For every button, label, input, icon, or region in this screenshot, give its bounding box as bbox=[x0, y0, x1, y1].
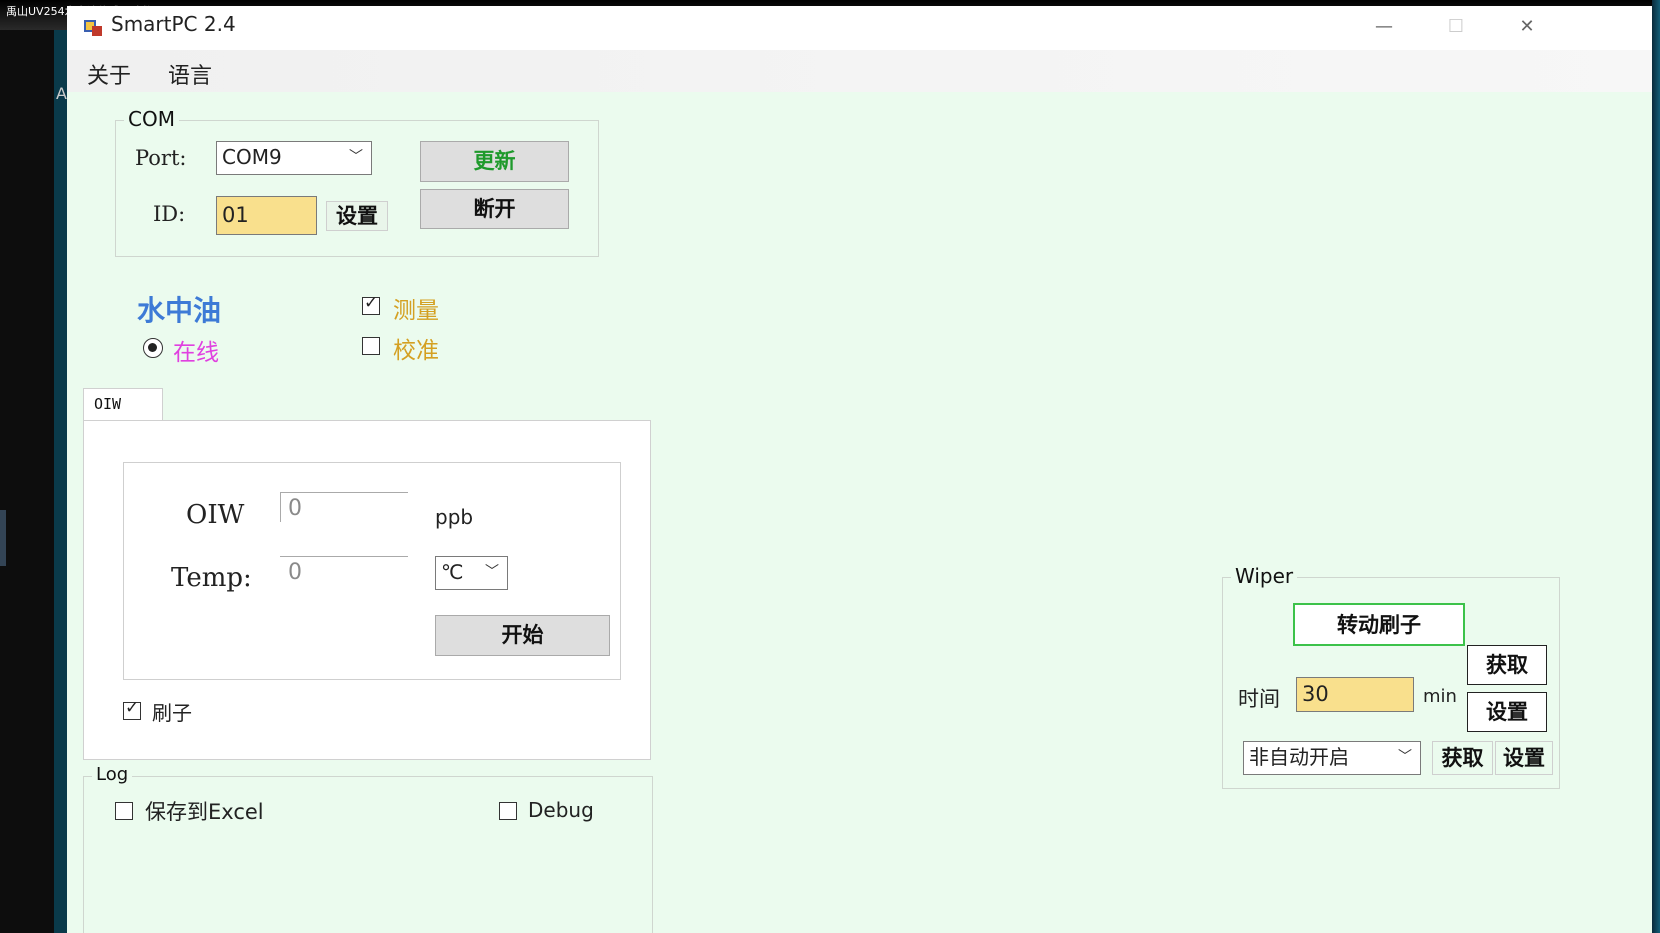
auto-mode-select[interactable]: 非自动开启 ﹀ bbox=[1243, 741, 1421, 775]
save-excel-label: 保存到Excel bbox=[145, 800, 264, 824]
temp-label: Temp: bbox=[171, 563, 252, 593]
close-button[interactable]: ✕ bbox=[1507, 12, 1547, 42]
app-icon bbox=[84, 20, 102, 36]
com-legend: COM bbox=[124, 107, 179, 131]
debug-checkbox[interactable] bbox=[499, 802, 517, 820]
auto-get-button[interactable]: 获取 bbox=[1432, 741, 1493, 775]
title-bar: SmartPC 2.4 — ☐ ✕ bbox=[67, 6, 1652, 50]
temp-unit-value: ℃ bbox=[441, 560, 464, 584]
time-unit: min bbox=[1423, 686, 1457, 707]
id-input[interactable]: 01 bbox=[216, 196, 317, 235]
wiper-set-button[interactable]: 设置 bbox=[1467, 692, 1547, 732]
start-button[interactable]: 开始 bbox=[435, 615, 610, 656]
chevron-down-icon: ﹀ bbox=[485, 564, 499, 580]
chevron-down-icon: ﹀ bbox=[1398, 749, 1412, 765]
id-label: ID: bbox=[153, 202, 186, 226]
time-label: 时间 bbox=[1238, 687, 1280, 711]
auto-mode-value: 非自动开启 bbox=[1249, 745, 1349, 769]
oiw-label: OIW bbox=[186, 500, 245, 530]
log-legend: Log bbox=[92, 764, 133, 785]
menu-bar: 关于 语言 bbox=[67, 50, 1652, 92]
left-letter: A bbox=[56, 84, 67, 103]
save-excel-checkbox[interactable] bbox=[115, 802, 133, 820]
temp-unit-select[interactable]: ℃ ﹀ bbox=[435, 556, 508, 590]
temp-field-top bbox=[280, 556, 408, 557]
disconnect-button[interactable]: 断开 bbox=[420, 189, 569, 229]
menu-about[interactable]: 关于 bbox=[87, 58, 131, 90]
online-radio[interactable] bbox=[143, 338, 163, 358]
oiw-field-top bbox=[280, 492, 408, 493]
online-label: 在线 bbox=[173, 340, 219, 366]
wiper-legend: Wiper bbox=[1231, 564, 1298, 588]
calibrate-label: 校准 bbox=[393, 338, 439, 364]
left-marker bbox=[0, 510, 6, 566]
time-input[interactable]: 30 bbox=[1296, 677, 1414, 712]
id-set-button[interactable]: 设置 bbox=[326, 201, 388, 231]
oiw-unit: ppb bbox=[435, 505, 474, 529]
right-strip bbox=[1652, 0, 1660, 933]
main-window: SmartPC 2.4 — ☐ ✕ 关于 语言 COM Port: COM9 ﹀… bbox=[67, 6, 1652, 933]
refresh-button[interactable]: 更新 bbox=[420, 141, 569, 182]
brush-checkbox[interactable] bbox=[123, 698, 141, 720]
debug-label: Debug bbox=[528, 798, 594, 822]
oiw-value: 0 bbox=[288, 496, 302, 521]
port-select[interactable]: COM9 ﹀ bbox=[216, 141, 372, 175]
left-strip bbox=[54, 30, 67, 933]
tab-oiw[interactable]: OIW bbox=[83, 388, 163, 422]
rotate-brush-button[interactable]: 转动刷子 bbox=[1293, 603, 1465, 646]
brush-label: 刷子 bbox=[152, 701, 192, 725]
left-dark-area bbox=[0, 30, 54, 933]
calibrate-checkbox[interactable] bbox=[362, 337, 380, 355]
chevron-down-icon: ﹀ bbox=[349, 149, 363, 165]
port-value: COM9 bbox=[222, 145, 282, 169]
maximize-button[interactable]: ☐ bbox=[1436, 12, 1476, 42]
minimize-button[interactable]: — bbox=[1364, 12, 1404, 42]
mode-title: 水中油 bbox=[137, 294, 222, 327]
temp-value: 0 bbox=[288, 560, 302, 585]
measure-checkbox[interactable] bbox=[362, 293, 380, 315]
port-label: Port: bbox=[135, 146, 187, 170]
oiw-field-left bbox=[280, 492, 281, 522]
menu-language[interactable]: 语言 bbox=[168, 58, 212, 90]
auto-set-button[interactable]: 设置 bbox=[1495, 741, 1553, 775]
wiper-get-button[interactable]: 获取 bbox=[1467, 645, 1547, 685]
window-title: SmartPC 2.4 bbox=[111, 12, 236, 36]
measure-label: 测量 bbox=[393, 298, 439, 324]
